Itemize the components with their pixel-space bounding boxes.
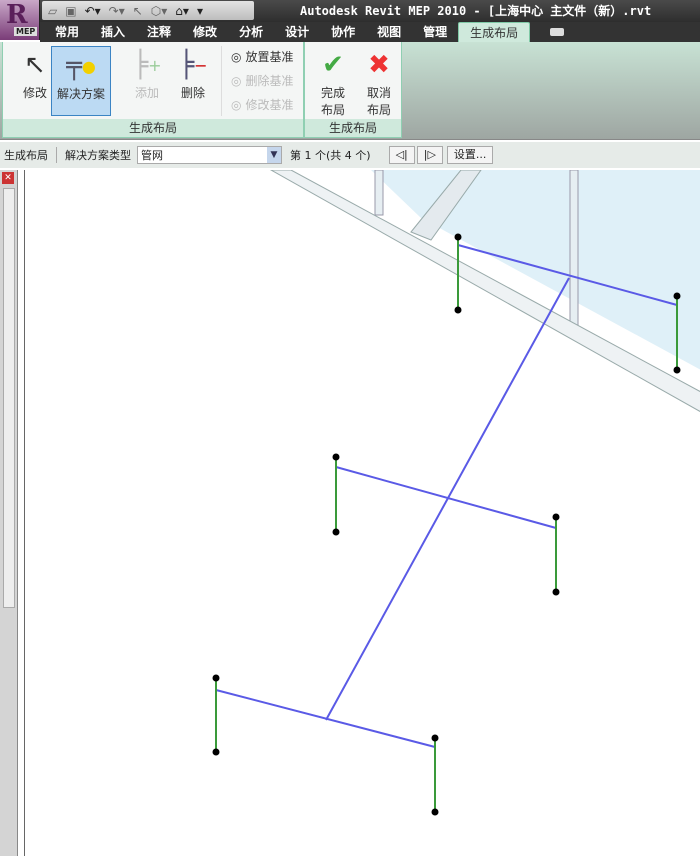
save-icon[interactable]: ▣ — [65, 4, 76, 18]
settings-button[interactable]: 设置... — [446, 146, 494, 164]
close-icon[interactable]: ✕ — [2, 172, 14, 184]
generate-layout-panel: ↖ 修改 ╤ ● 解决方案 ╞ + 添加 ╞ − 删除 ◎ 放置基准 ◎ 删除基准 ◎ 修改基准 生… — [2, 42, 304, 138]
options-bar: 生成布局 解决方案类型 管网 ▼ 第 1 个(共 4 个) ◁| |▷ 设置... — [0, 142, 700, 168]
branch-pipe-line — [215, 689, 436, 748]
tab-analyze[interactable]: 分析 — [228, 22, 274, 42]
ribbon-minimize-button[interactable] — [550, 28, 565, 36]
tab-view[interactable]: 视图 — [366, 22, 412, 42]
delete-button[interactable]: ╞ − 删除 — [163, 46, 223, 116]
vertical-scrollbar[interactable] — [3, 188, 15, 608]
cancel-label-1: 取消 — [366, 86, 391, 100]
mullion — [374, 169, 384, 216]
finish-panel: ✔ 完成 布局 ✖ 取消 布局 生成布局 — [304, 42, 402, 138]
modify-base-label: 修改基准 — [245, 98, 294, 112]
context-label: 生成布局 — [4, 149, 48, 162]
title-bar: ▱ ▣ ↶▾ ↷▾ ↖ ⬡▾ ⌂▾ ▾ Autodesk Revit MEP 2010 - [… — [0, 0, 700, 22]
solution-type-select[interactable]: 管网 ▼ — [137, 146, 282, 164]
panel-label: 生成布局 — [3, 119, 303, 137]
chevron-down-icon: ▼ — [267, 147, 281, 163]
house-icon[interactable]: ⌂▾ — [175, 4, 189, 18]
open-icon[interactable]: ▱ — [48, 4, 57, 18]
place-base-button[interactable]: ◎ 放置基准 — [231, 48, 294, 65]
pipe-end-point[interactable] — [212, 674, 220, 682]
pipe-remove-icon: ╞ − — [178, 50, 208, 80]
tab-home[interactable]: 常用 — [44, 22, 90, 42]
panel-label: 生成布局 — [305, 119, 401, 137]
quick-access-toolbar: ▱ ▣ ↶▾ ↷▾ ↖ ⬡▾ ⌂▾ ▾ — [42, 1, 254, 20]
revit-logo-icon: R — [6, 0, 28, 30]
cross-icon: ✖ — [368, 50, 390, 80]
3d-view-icon[interactable]: ⬡▾ — [151, 4, 168, 18]
layout-drawing — [212, 169, 700, 816]
customize-icon[interactable]: ▾ — [197, 4, 203, 18]
pipe-end-point[interactable] — [454, 306, 462, 314]
tab-generate-layout[interactable]: 生成布局 — [458, 22, 531, 42]
redo-icon[interactable]: ↷▾ — [109, 4, 125, 18]
tab-annotate[interactable]: 注释 — [136, 22, 182, 42]
place-base-icon: ◎ — [231, 49, 242, 64]
tab-collaborate[interactable]: 协作 — [320, 22, 366, 42]
delete-base-label: 删除基准 — [245, 74, 294, 88]
pipe-end-point[interactable] — [431, 808, 439, 816]
project-browser-strip: ✕ — [0, 170, 18, 856]
solution-type-label: 解决方案类型 — [65, 149, 131, 162]
modify-base-icon: ◎ — [231, 97, 242, 112]
modify-base-button[interactable]: ◎ 修改基准 — [231, 96, 294, 113]
add-label: 添加 — [134, 86, 159, 100]
window-title: Autodesk Revit MEP 2010 - [上海中心 主文件（新）.r… — [300, 4, 652, 18]
mullion — [569, 169, 579, 326]
branch-pipe-line — [335, 466, 557, 529]
cancel-label-2: 布局 — [366, 103, 391, 117]
solutions-button[interactable]: ╤ ● 解决方案 — [51, 46, 111, 116]
pipe-end-point[interactable] — [212, 748, 220, 756]
application-menu-button[interactable]: R MEP — [0, 0, 40, 40]
pipe-end-point[interactable] — [431, 734, 439, 742]
next-solution-button[interactable]: |▷ — [416, 146, 443, 164]
ribbon-tabs: 常用 插入 注释 修改 分析 设计 协作 视图 管理 生成布局 — [40, 22, 700, 42]
solution-type-value: 管网 — [141, 149, 163, 162]
delete-base-button[interactable]: ◎ 删除基准 — [231, 72, 294, 89]
ribbon: ↖ 修改 ╤ ● 解决方案 ╞ + 添加 ╞ − 删除 ◎ 放置基准 ◎ 删除基准 ◎ 修改基准 生… — [0, 42, 700, 140]
tab-insert[interactable]: 插入 — [90, 22, 136, 42]
delete-base-icon: ◎ — [231, 73, 242, 88]
pipe-end-point[interactable] — [332, 453, 340, 461]
tab-manage[interactable]: 管理 — [412, 22, 458, 42]
solutions-label: 解决方案 — [56, 87, 105, 101]
main-pipe-line — [325, 277, 570, 721]
pipe-end-point[interactable] — [673, 292, 681, 300]
place-base-label: 放置基准 — [245, 50, 294, 64]
previous-solution-button[interactable]: ◁| — [388, 146, 415, 164]
pipe-end-point[interactable] — [673, 366, 681, 374]
undo-icon[interactable]: ↶▾ — [85, 4, 101, 18]
pipe-end-point[interactable] — [454, 233, 462, 241]
pipe-end-point[interactable] — [552, 588, 560, 596]
delete-label: 删除 — [180, 86, 205, 100]
tab-design[interactable]: 设计 — [274, 22, 320, 42]
drawing-canvas[interactable] — [24, 169, 700, 856]
logo-text: MEP — [14, 27, 38, 36]
modify-label: 修改 — [22, 86, 47, 100]
pipe-end-point[interactable] — [552, 513, 560, 521]
select-icon[interactable]: ↖ — [133, 4, 143, 18]
pipe-end-point[interactable] — [332, 528, 340, 536]
solution-counter: 第 1 个(共 4 个) — [290, 149, 371, 162]
tab-modify[interactable]: 修改 — [182, 22, 228, 42]
pipe-bulb-icon: ╤ ● — [66, 51, 96, 81]
cancel-layout-button[interactable]: ✖ 取消布局 — [349, 46, 409, 122]
